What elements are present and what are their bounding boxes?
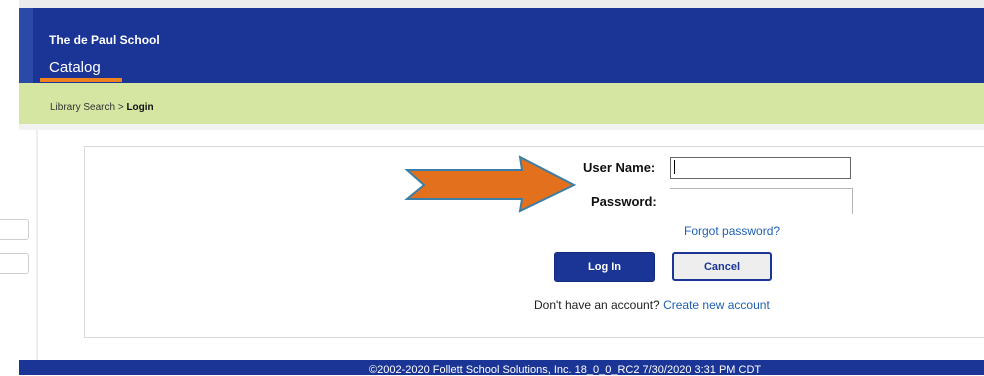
no-account-text: Don't have an account? [534, 298, 660, 312]
forgot-password-link[interactable]: Forgot password? [684, 224, 780, 238]
divider-band [19, 124, 984, 130]
signup-prompt: Don't have an account? Create new accoun… [534, 298, 770, 312]
breadcrumb-separator: > [117, 102, 124, 113]
left-separator [36, 130, 38, 375]
breadcrumb: Library Search > Login [50, 102, 154, 113]
text-cursor [674, 160, 675, 174]
create-account-link[interactable]: Create new account [663, 298, 770, 312]
left-margin [0, 0, 19, 375]
header-accent [19, 8, 33, 83]
side-input-1[interactable] [0, 219, 29, 240]
side-input-2[interactable] [0, 253, 29, 274]
breadcrumb-current: Login [126, 102, 154, 113]
footer-copyright: ©2002-2020 Follett School Solutions, Inc… [369, 364, 762, 376]
username-label: User Name: [583, 160, 656, 175]
password-input[interactable] [670, 188, 853, 214]
breadcrumb-bar [19, 83, 984, 124]
password-label: Password: [591, 194, 657, 209]
orange-right-arrow-icon [404, 155, 577, 213]
site-header [19, 8, 984, 83]
tab-catalog-underline [40, 78, 122, 82]
cancel-button[interactable]: Cancel [672, 252, 772, 281]
top-strip [19, 0, 984, 8]
login-button[interactable]: Log In [554, 252, 655, 282]
username-input[interactable] [670, 157, 851, 179]
breadcrumb-library-search[interactable]: Library Search [50, 102, 115, 113]
tab-catalog[interactable]: Catalog [49, 59, 101, 76]
school-name: The de Paul School [49, 33, 160, 47]
